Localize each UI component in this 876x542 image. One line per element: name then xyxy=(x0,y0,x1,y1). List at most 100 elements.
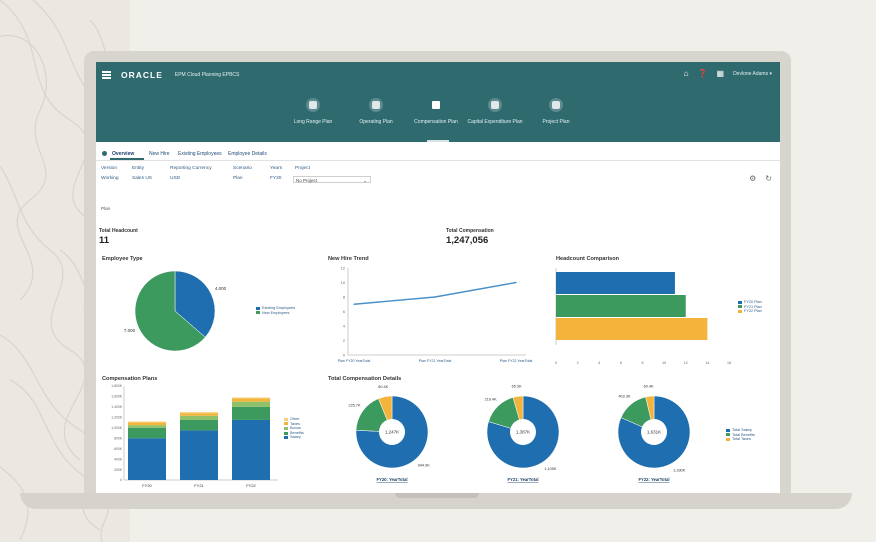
donut-slice xyxy=(378,395,393,433)
pov-entity-value[interactable]: Sales US xyxy=(132,176,152,181)
y-tick-label: 4 xyxy=(343,325,345,329)
y-tick-label: 800K xyxy=(114,436,123,440)
trend-point xyxy=(353,303,355,305)
pov-project-dropdown[interactable]: No Project ⌄ xyxy=(293,176,371,183)
briefcase-icon xyxy=(549,98,563,112)
pov-years-value[interactable]: FY20 xyxy=(270,176,281,181)
x-tick-label: FY21 xyxy=(194,483,204,488)
y-tick-label: 400K xyxy=(114,457,123,461)
donut-title: FY21: YearTotal xyxy=(507,477,538,482)
people-icon xyxy=(429,98,443,112)
x-tick-label: 12 xyxy=(684,361,688,365)
donut-data-label: 80.4K xyxy=(378,385,388,389)
pov-version-label: Version xyxy=(101,166,117,171)
compensation-plans-legend: Other Taxes Bonus Benefits Salary xyxy=(284,417,304,440)
x-tick-label: 16 xyxy=(727,361,731,365)
refresh-icon[interactable]: ↻ xyxy=(765,174,772,183)
employee-type-title: Employee Type xyxy=(102,256,143,262)
pov-version-value[interactable]: Working xyxy=(101,176,119,181)
user-menu[interactable]: Devlone Adams ▾ xyxy=(733,71,772,77)
pie-data-label: 7.000 xyxy=(124,328,136,333)
stacked-bar-segment xyxy=(128,438,166,480)
grid-icon[interactable]: ▦ xyxy=(717,69,725,79)
y-tick-label: 10 xyxy=(341,281,345,285)
pov-scenario-value[interactable]: Plan xyxy=(233,176,243,181)
headcount-bar xyxy=(556,295,686,317)
donut-data-label: 225.7K xyxy=(348,403,361,407)
donut-hole xyxy=(379,419,405,445)
stacked-bar-segment xyxy=(128,422,166,426)
trend-point xyxy=(515,281,517,284)
total-headcount-value: 11 xyxy=(99,235,110,246)
total-headcount-label: Total Headcount xyxy=(99,228,138,234)
headcount-bar xyxy=(556,318,708,340)
stacked-bar-segment xyxy=(232,419,270,480)
total-compensation-label: Total Compensation xyxy=(446,228,494,234)
pov-currency-value[interactable]: USD xyxy=(170,176,180,181)
y-tick-label: 12 xyxy=(341,267,345,271)
tab-overview[interactable]: Overview xyxy=(112,151,134,157)
collapse-handle[interactable] xyxy=(427,140,449,142)
donut-data-label: 60.4K xyxy=(644,384,654,388)
y-tick-label: 0 xyxy=(120,478,122,482)
headcount-comparison-title: Headcount Comparison xyxy=(556,256,620,262)
document-icon xyxy=(369,98,383,112)
stacked-bar-segment xyxy=(180,419,218,431)
page-label: Plan xyxy=(101,206,111,211)
pov-bar: Version Working Entity Sales US Reportin… xyxy=(96,163,780,185)
settings-icon[interactable]: ⚙ xyxy=(749,174,756,183)
y-tick-label: 1,000K xyxy=(111,426,122,430)
y-tick-label: 8 xyxy=(343,296,345,300)
card-long-range-plan[interactable]: Long Range Plan xyxy=(278,98,348,125)
stacked-bar-segment xyxy=(180,413,218,416)
total-compensation-details-title: Total Compensation Details xyxy=(328,376,402,382)
pov-currency-label: Reporting Currency xyxy=(170,166,212,171)
stacked-bar-segment xyxy=(232,397,270,399)
pov-scenario-label: Scenario xyxy=(233,166,252,171)
x-tick-label: Plan FY21 YearTotal xyxy=(419,359,452,363)
stacked-bar-segment xyxy=(128,425,166,428)
home-icon[interactable]: ⌂ xyxy=(684,69,689,79)
card-capital-expenditure-plan[interactable]: Capital Expenditure Plan xyxy=(460,98,530,125)
donut-slice xyxy=(645,395,655,433)
donut-data-label: 1,105K xyxy=(544,467,557,471)
tab-existing-employees[interactable]: Existing Employees xyxy=(178,151,222,157)
pie-slice xyxy=(174,270,216,338)
donut-slice xyxy=(620,396,655,433)
hamburger-menu-icon[interactable] xyxy=(102,71,111,79)
pie-slice xyxy=(134,270,206,352)
headcount-bar xyxy=(556,272,675,294)
card-project-plan[interactable]: Project Plan xyxy=(521,98,591,125)
y-tick-label: 1,200K xyxy=(111,416,122,420)
pov-years-label: Years xyxy=(270,166,283,171)
x-tick-label: 6 xyxy=(620,361,622,365)
target-icon xyxy=(306,98,320,112)
app-title: EPM Cloud Planning EPBCS xyxy=(174,72,240,78)
donut-hole xyxy=(641,419,667,445)
donut-center-label: 1,387K xyxy=(516,430,530,435)
app-screen: ORACLE EPM Cloud Planning EPBCS ⌂ ❓ ▦ De… xyxy=(96,62,780,493)
y-tick-label: 200K xyxy=(114,468,123,472)
headcount-comparison-legend: FY20 Plan FY21 Plan FY22 Plan xyxy=(738,300,762,314)
stacked-bar-segment xyxy=(180,415,218,420)
donut-data-label: 944.9K xyxy=(418,463,431,467)
x-tick-label: 0 xyxy=(555,361,557,365)
y-tick-label: 600K xyxy=(114,447,123,451)
donut-slice xyxy=(512,395,524,433)
x-tick-label: FY20 xyxy=(142,483,152,488)
x-tick-label: 4 xyxy=(598,361,600,365)
help-icon[interactable]: ❓ xyxy=(698,69,708,79)
total-compensation-value: 1,247,056 xyxy=(446,235,489,246)
compensation-plans-title: Compensation Plans xyxy=(102,376,158,382)
donut-data-label: 1,330K xyxy=(673,468,686,472)
donut-slice xyxy=(617,395,691,469)
donut-slice xyxy=(486,395,560,469)
new-hire-trend-title: New Hire Trend xyxy=(328,256,369,262)
tab-new-hire[interactable]: New Hire xyxy=(149,151,170,157)
x-tick-label: 2 xyxy=(577,361,579,365)
tab-employee-details[interactable]: Employee Details xyxy=(228,151,267,157)
donut-slice xyxy=(355,395,429,469)
y-tick-label: 2 xyxy=(343,339,345,343)
donut-center-label: 1,247K xyxy=(385,430,399,435)
donut-slice xyxy=(355,398,393,433)
